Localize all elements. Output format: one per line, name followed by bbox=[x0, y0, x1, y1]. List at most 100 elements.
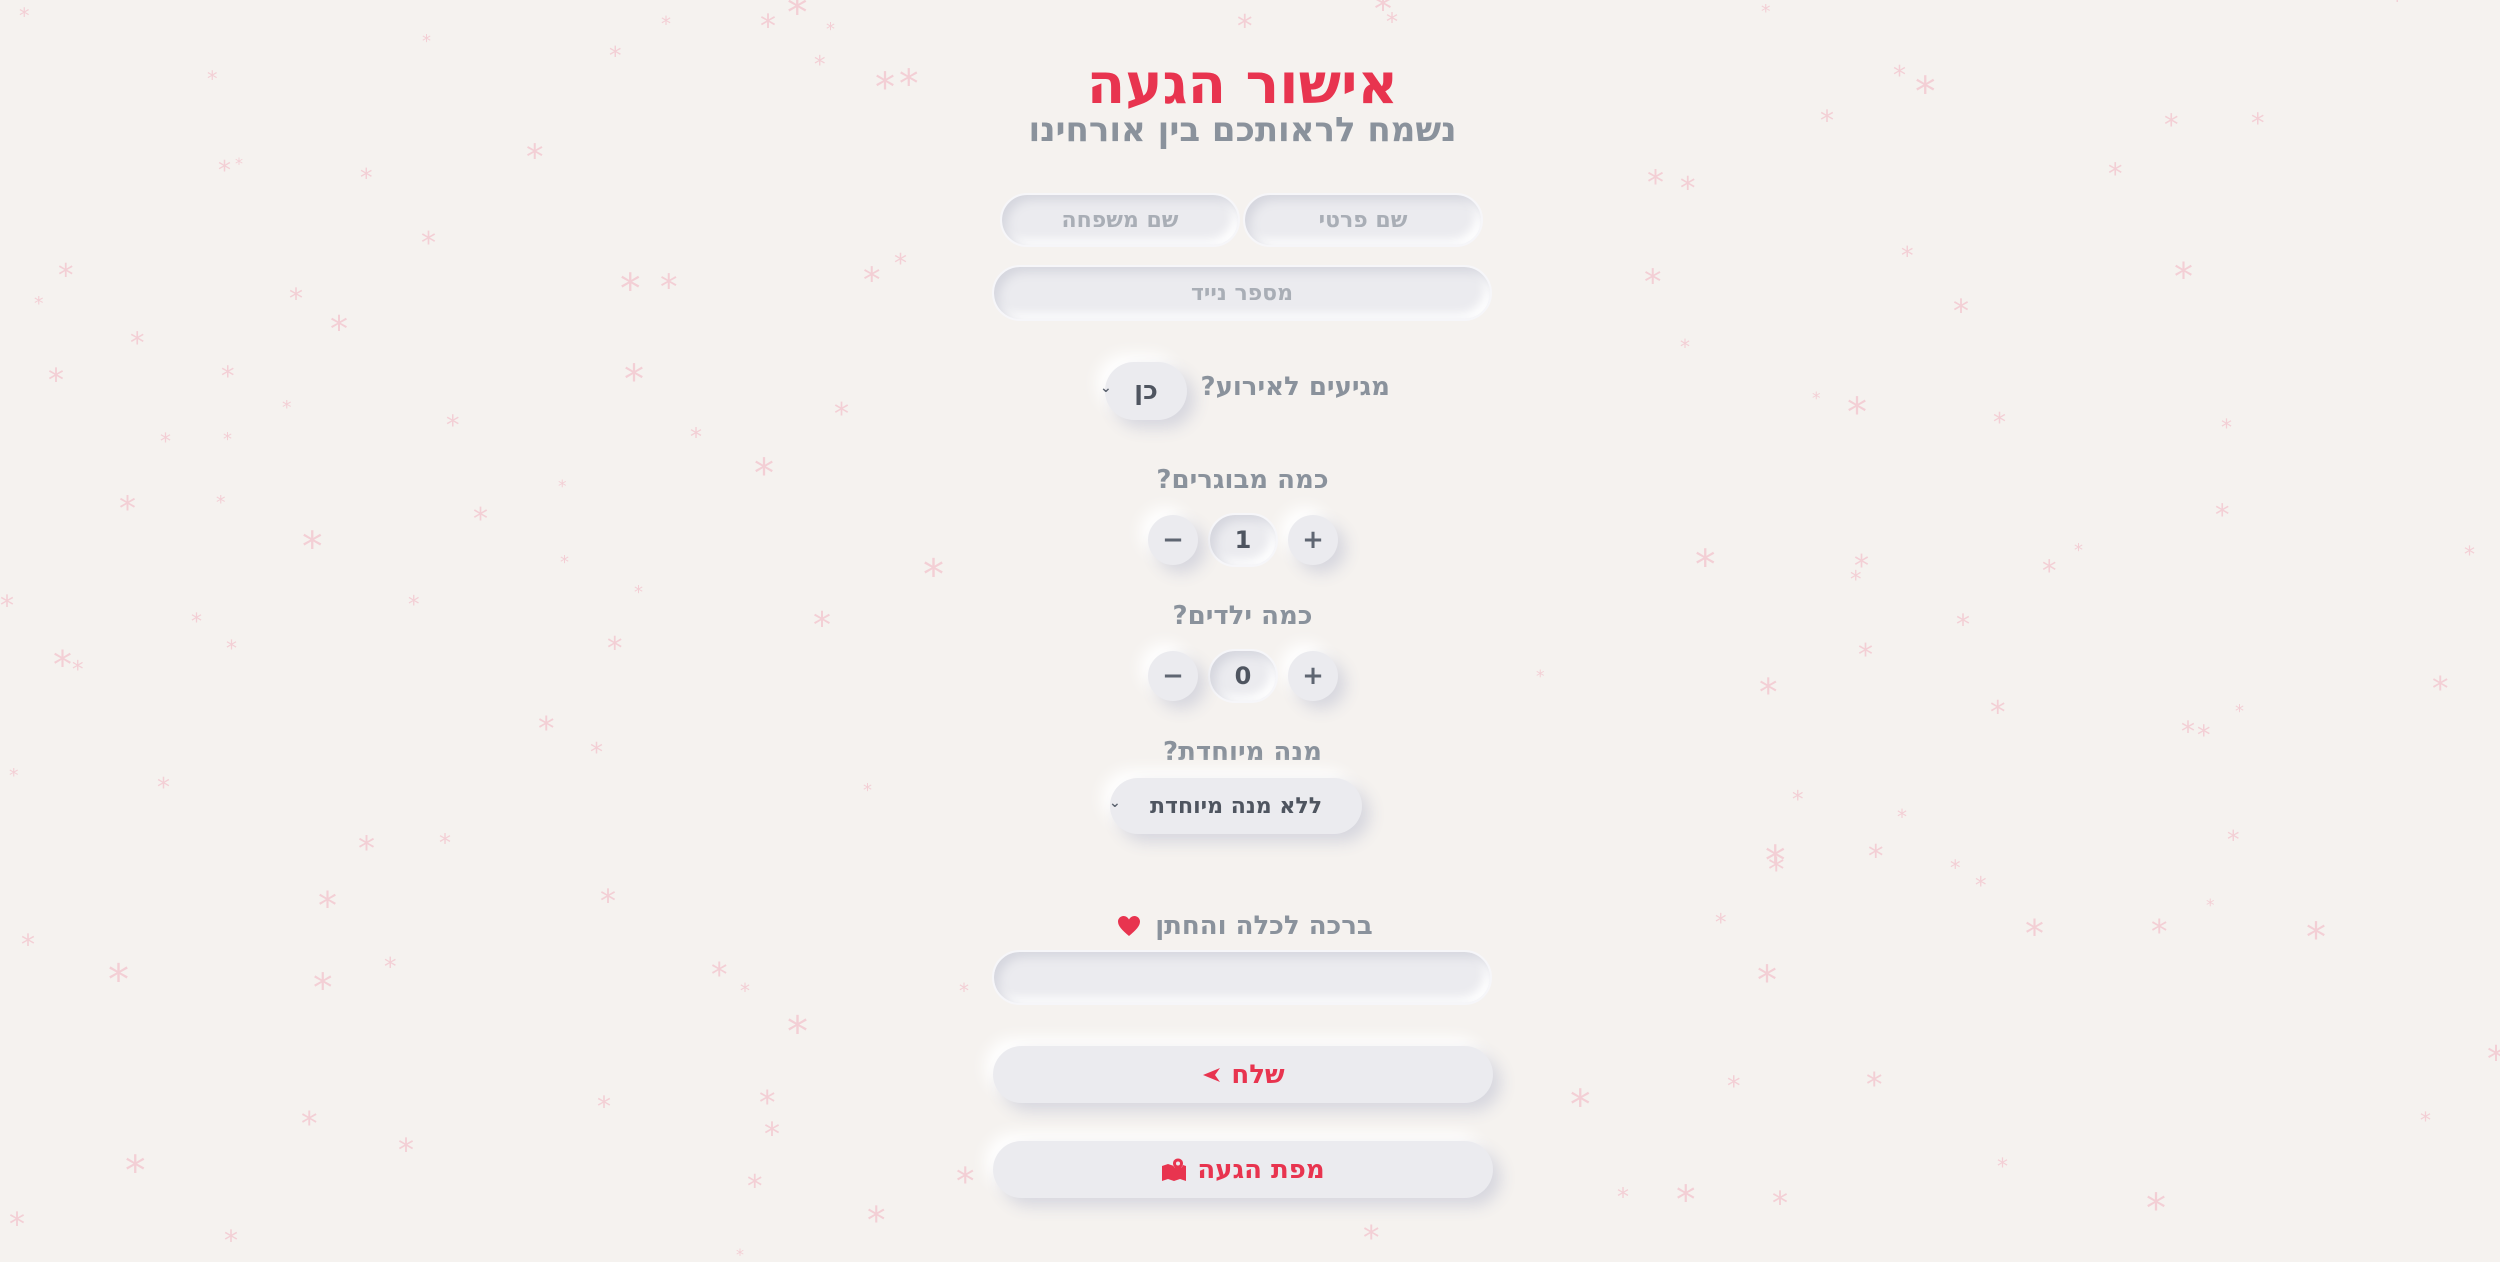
background-asterisk: * bbox=[2420, 1109, 2431, 1134]
plus-icon: + bbox=[1302, 661, 1324, 691]
background-asterisk: * bbox=[360, 163, 373, 192]
adults-increase-button[interactable]: + bbox=[1288, 515, 1338, 565]
background-asterisk: * bbox=[1975, 873, 1987, 899]
background-asterisk: * bbox=[1680, 171, 1696, 207]
children-increase-button[interactable]: + bbox=[1288, 651, 1338, 701]
background-asterisk: * bbox=[446, 410, 460, 441]
blessing-label-row: ברכה לכלה והחתן bbox=[1115, 906, 1375, 946]
background-asterisk: * bbox=[867, 1199, 886, 1242]
background-asterisk: * bbox=[787, 0, 808, 37]
background-asterisk: * bbox=[160, 430, 171, 455]
attending-select[interactable]: כן ⌄ bbox=[1100, 362, 1187, 420]
last-name-placeholder: שם משפחה bbox=[1061, 207, 1179, 233]
blessing-input[interactable] bbox=[992, 950, 1492, 1005]
background-asterisk: * bbox=[711, 955, 728, 994]
children-decrease-button[interactable]: − bbox=[1148, 651, 1198, 701]
background-asterisk: * bbox=[620, 265, 641, 313]
background-asterisk: * bbox=[590, 738, 603, 768]
background-asterisk: * bbox=[1997, 1155, 2008, 1180]
background-asterisk: * bbox=[226, 637, 237, 662]
background-asterisk: * bbox=[398, 1131, 414, 1169]
background-asterisk: * bbox=[108, 955, 129, 1004]
background-asterisk: * bbox=[2108, 157, 2123, 191]
background-asterisk: * bbox=[863, 261, 881, 301]
background-asterisk: * bbox=[318, 884, 337, 928]
background-asterisk: * bbox=[660, 268, 678, 308]
background-asterisk: * bbox=[814, 52, 826, 78]
background-asterisk: * bbox=[538, 709, 555, 748]
background-asterisk: * bbox=[607, 631, 623, 667]
background-asterisk: * bbox=[2464, 543, 2475, 568]
blessing-label: ברכה לכלה והחתן bbox=[1155, 911, 1373, 941]
adults-label: כמה מבוגרים? bbox=[1156, 465, 1329, 495]
background-asterisk: * bbox=[1901, 241, 1914, 270]
background-asterisk: * bbox=[740, 979, 750, 1003]
meal-select[interactable]: ללא מנה מיוחדת ⌄ bbox=[1109, 778, 1362, 834]
background-asterisk: * bbox=[2206, 896, 2215, 916]
background-asterisk: * bbox=[1792, 787, 1804, 813]
background-asterisk: * bbox=[422, 31, 431, 52]
children-count: 0 bbox=[1208, 649, 1278, 703]
background-asterisk: * bbox=[1868, 839, 1884, 875]
background-asterisk: * bbox=[2164, 108, 2179, 142]
submit-button[interactable]: שלח bbox=[993, 1046, 1493, 1103]
phone-field[interactable]: מספר נייד bbox=[992, 265, 1492, 321]
background-asterisk: * bbox=[218, 156, 231, 186]
background-asterisk: * bbox=[1953, 292, 1969, 330]
submit-label: שלח bbox=[1231, 1059, 1285, 1090]
background-asterisk: * bbox=[421, 226, 436, 261]
background-asterisk: * bbox=[2432, 669, 2449, 708]
background-asterisk: * bbox=[207, 67, 218, 91]
background-asterisk: * bbox=[19, 4, 30, 28]
background-asterisk: * bbox=[863, 780, 872, 801]
background-asterisk: * bbox=[560, 552, 569, 573]
background-asterisk: * bbox=[690, 423, 702, 451]
background-asterisk: * bbox=[834, 397, 849, 432]
background-asterisk: * bbox=[1644, 263, 1662, 303]
background-asterisk: * bbox=[9, 1205, 25, 1243]
background-asterisk: * bbox=[1897, 805, 1907, 829]
adults-decrease-button[interactable]: − bbox=[1148, 515, 1198, 565]
background-asterisk: * bbox=[302, 523, 323, 571]
background-asterisk: * bbox=[2487, 1039, 2500, 1080]
background-asterisk: * bbox=[53, 643, 72, 687]
phone-placeholder: מספר נייד bbox=[1190, 280, 1294, 306]
background-asterisk: * bbox=[710, 0, 724, 7]
last-name-field[interactable]: שם משפחה bbox=[1000, 193, 1240, 247]
background-asterisk: * bbox=[1715, 910, 1727, 936]
background-asterisk: * bbox=[2042, 554, 2057, 588]
background-asterisk: * bbox=[2181, 715, 2195, 748]
background-asterisk: * bbox=[826, 19, 835, 40]
background-asterisk: * bbox=[418, 0, 437, 13]
adults-count: 1 bbox=[1208, 513, 1278, 567]
background-asterisk: * bbox=[235, 154, 243, 173]
first-name-field[interactable]: שם פרטי bbox=[1243, 193, 1483, 247]
meal-label: מנה מיוחדת? bbox=[1163, 737, 1322, 767]
map-button[interactable]: מפת הגעה bbox=[993, 1141, 1493, 1198]
background-asterisk: * bbox=[558, 477, 567, 497]
background-asterisk: * bbox=[1915, 68, 1936, 116]
background-asterisk: * bbox=[2146, 1186, 2166, 1232]
background-asterisk: * bbox=[2306, 915, 2326, 961]
background-asterisk: * bbox=[526, 138, 544, 178]
background-asterisk: * bbox=[1765, 837, 1786, 885]
background-asterisk: * bbox=[600, 882, 616, 920]
background-asterisk: * bbox=[759, 1083, 776, 1122]
plus-icon: + bbox=[1302, 525, 1324, 555]
background-asterisk: * bbox=[1847, 390, 1867, 436]
background-asterisk: * bbox=[48, 361, 64, 399]
background-asterisk: * bbox=[736, 1245, 744, 1262]
adults-value: 1 bbox=[1234, 526, 1252, 554]
map-icon bbox=[1162, 1158, 1187, 1181]
minus-icon: − bbox=[1162, 661, 1184, 691]
background-asterisk: * bbox=[2251, 108, 2265, 139]
background-asterisk: * bbox=[1956, 608, 1970, 641]
background-asterisk: * bbox=[2174, 255, 2193, 299]
background-asterisk: * bbox=[597, 1090, 611, 1123]
background-asterisk: * bbox=[1990, 695, 2006, 731]
background-asterisk: * bbox=[358, 829, 375, 869]
background-asterisk: * bbox=[1237, 9, 1253, 45]
background-asterisk: * bbox=[330, 309, 348, 350]
background-asterisk: * bbox=[1759, 671, 1778, 714]
background-asterisk: * bbox=[1363, 1218, 1380, 1257]
